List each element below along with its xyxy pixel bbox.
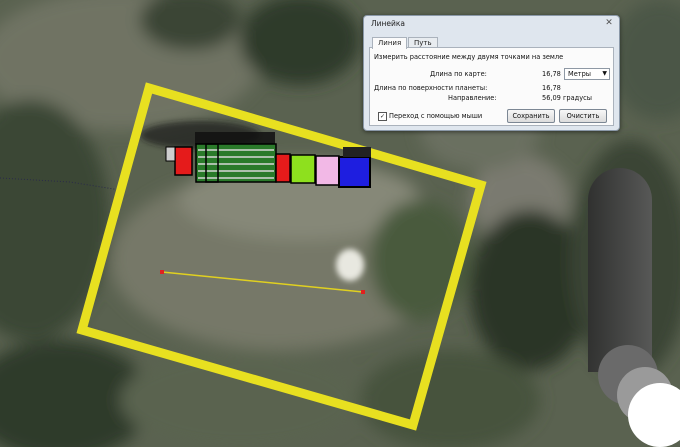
ruler-dialog[interactable]: Линейка ✕ Линия Путь Измерить расстояние… [363, 15, 620, 131]
map-length-label: Длина по карте: [430, 70, 487, 78]
checkbox-icon[interactable]: ✓ [378, 112, 387, 121]
block-striped-green [195, 143, 277, 183]
map-length-value: 16,78 [542, 70, 561, 78]
block-lime [290, 154, 316, 184]
chevron-down-icon: ▼ [602, 70, 607, 77]
close-icon[interactable]: ✕ [604, 18, 614, 28]
save-button[interactable]: Сохранить [507, 109, 555, 123]
measure-end-point [361, 290, 365, 294]
unit-select-value: Метры [568, 70, 591, 78]
ruler-titlebar[interactable]: Линейка ✕ [364, 16, 619, 31]
ruler-description: Измерить расстояние между двумя точками … [374, 53, 564, 61]
surface-length-label: Длина по поверхности планеты: [374, 84, 488, 92]
measure-start-point [160, 270, 164, 274]
block-red-left [174, 146, 193, 176]
ruler-title: Линейка [371, 19, 406, 28]
heading-label: Направление: [448, 94, 497, 102]
block-pink [315, 155, 340, 186]
tab-line[interactable]: Линия [372, 37, 408, 49]
unit-select[interactable]: Метры ▼ [564, 68, 610, 80]
block-blue [338, 156, 371, 188]
block-red-right [275, 153, 291, 183]
mouse-nav-label: Переход с помощью мыши [389, 112, 483, 120]
clear-button[interactable]: Очистить [559, 109, 607, 123]
surface-length-value: 16,78 [542, 84, 561, 92]
heading-value: 56,09 градусы [542, 94, 592, 102]
